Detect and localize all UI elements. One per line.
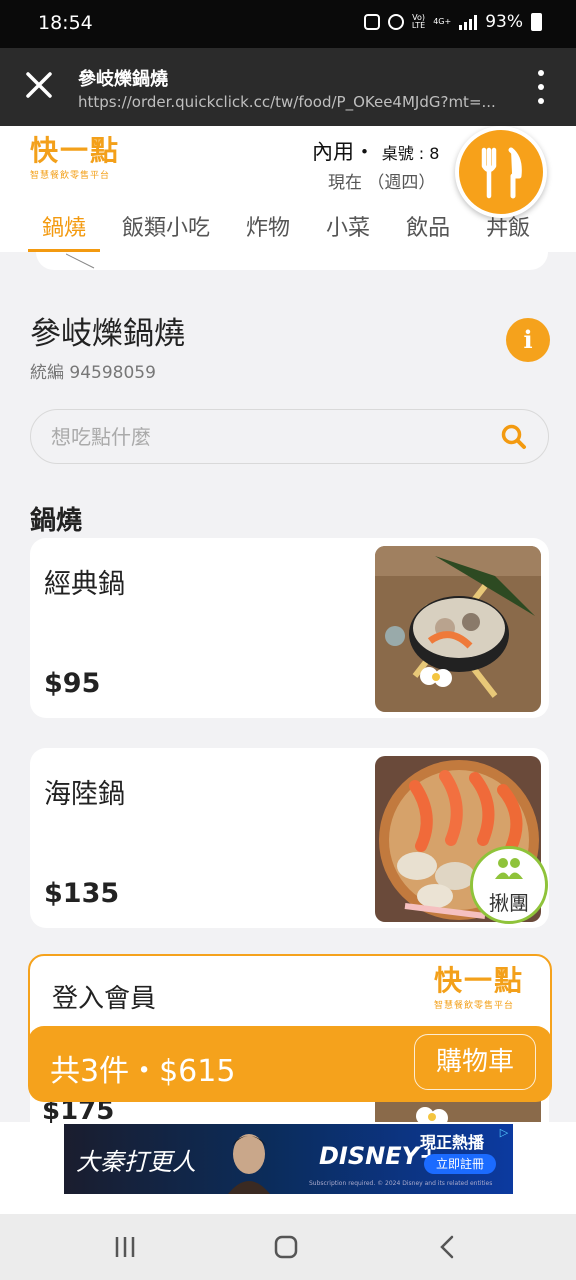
- ad-show-title: 大秦打更人: [76, 1148, 196, 1176]
- menu-item-price: $95: [44, 668, 101, 699]
- section-title: 鍋燒: [30, 506, 83, 536]
- info-button[interactable]: i: [506, 318, 550, 362]
- menu-item-name: 海陸鍋: [44, 779, 125, 810]
- search-box: [30, 409, 549, 464]
- notification-icon: [363, 14, 380, 30]
- more-menu-icon[interactable]: [536, 70, 546, 104]
- store-tax-id: 統編 94598059: [30, 363, 156, 383]
- volte-icon: Vo) LTE: [411, 13, 426, 30]
- people-icon: [495, 858, 523, 879]
- menu-item-card[interactable]: 海陸鍋 $135: [30, 748, 549, 928]
- back-icon[interactable]: [437, 1234, 457, 1260]
- tab-category[interactable]: 小菜: [326, 202, 370, 252]
- menu-item-photo[interactable]: [375, 546, 541, 712]
- recent-apps-icon[interactable]: [113, 1234, 137, 1260]
- ad-cta-button[interactable]: 立即註冊: [424, 1154, 496, 1174]
- status-time: 18:54: [38, 12, 93, 34]
- signal-icon: [459, 14, 478, 30]
- menu-item-card[interactable]: 經典鍋 $95: [30, 538, 549, 718]
- close-icon[interactable]: [22, 68, 56, 102]
- page-title: 參岐爍鍋燒: [78, 69, 168, 90]
- search-icon[interactable]: [500, 423, 528, 451]
- tab-category[interactable]: 鍋燒: [27, 202, 101, 252]
- tab-category[interactable]: 炸物: [246, 202, 290, 252]
- dine-mode[interactable]: 內用・ 桌號 : 8: [312, 136, 439, 166]
- cutlery-icon: [481, 147, 522, 199]
- battery-percent: 93%: [485, 12, 523, 32]
- cart-button[interactable]: 購物車: [414, 1034, 536, 1090]
- browser-toolbar: 參岐爍鍋燒 https://order.quickclick.cc/tw/foo…: [0, 48, 576, 126]
- menu-item-price: $135: [44, 878, 120, 909]
- ad-actor-image: [228, 1134, 270, 1194]
- table-number: 桌號 : 8: [381, 144, 440, 163]
- alarm-icon: [387, 14, 404, 30]
- home-icon[interactable]: [273, 1234, 299, 1260]
- page-url[interactable]: https://order.quickclick.cc/tw/food/P_OK…: [78, 93, 508, 111]
- brand-logo: 快一點 智慧餐飲零售平台: [434, 964, 525, 1011]
- battery-icon: [531, 13, 542, 31]
- ad-fine-print: Subscription required. © 2024 Disney and…: [309, 1180, 493, 1187]
- search-input[interactable]: [51, 422, 491, 452]
- banner-decoration: [66, 253, 95, 269]
- status-icons: Vo) LTE 4G+ 93%: [363, 12, 542, 32]
- dine-mode-label: 內用・: [312, 140, 375, 164]
- order-time[interactable]: 現在 （週四）: [328, 168, 435, 193]
- cart-bar[interactable]: 共3件・$615 購物車: [28, 1026, 552, 1102]
- cart-summary: 共3件・$615: [50, 1054, 236, 1089]
- store-name: 參岐爍鍋燒: [30, 316, 185, 352]
- brand-logo[interactable]: 快一點 智慧餐飲零售平台: [30, 134, 130, 181]
- ad-banner[interactable]: 大秦打更人 DISNEY+ 現正熱播 立即註冊 Subscription req…: [64, 1124, 513, 1194]
- status-bar: 18:54 Vo) LTE 4G+ 93%: [0, 0, 576, 48]
- menu-fab-button[interactable]: [455, 126, 547, 218]
- tab-category[interactable]: 飲品: [406, 202, 450, 252]
- store-banner: [36, 252, 548, 270]
- group-order-button[interactable]: 揪團: [470, 846, 548, 924]
- tab-category[interactable]: 飯類小吃: [122, 202, 210, 252]
- ad-choices-icon[interactable]: ▷: [497, 1126, 511, 1140]
- system-nav-bar: [0, 1214, 576, 1280]
- login-label: 登入會員: [52, 984, 157, 1014]
- group-order-label: 揪團: [489, 891, 529, 915]
- ad-headline: 現正熱播: [420, 1133, 485, 1152]
- menu-item-name: 經典鍋: [44, 569, 125, 600]
- network-type: 4G+: [433, 17, 452, 26]
